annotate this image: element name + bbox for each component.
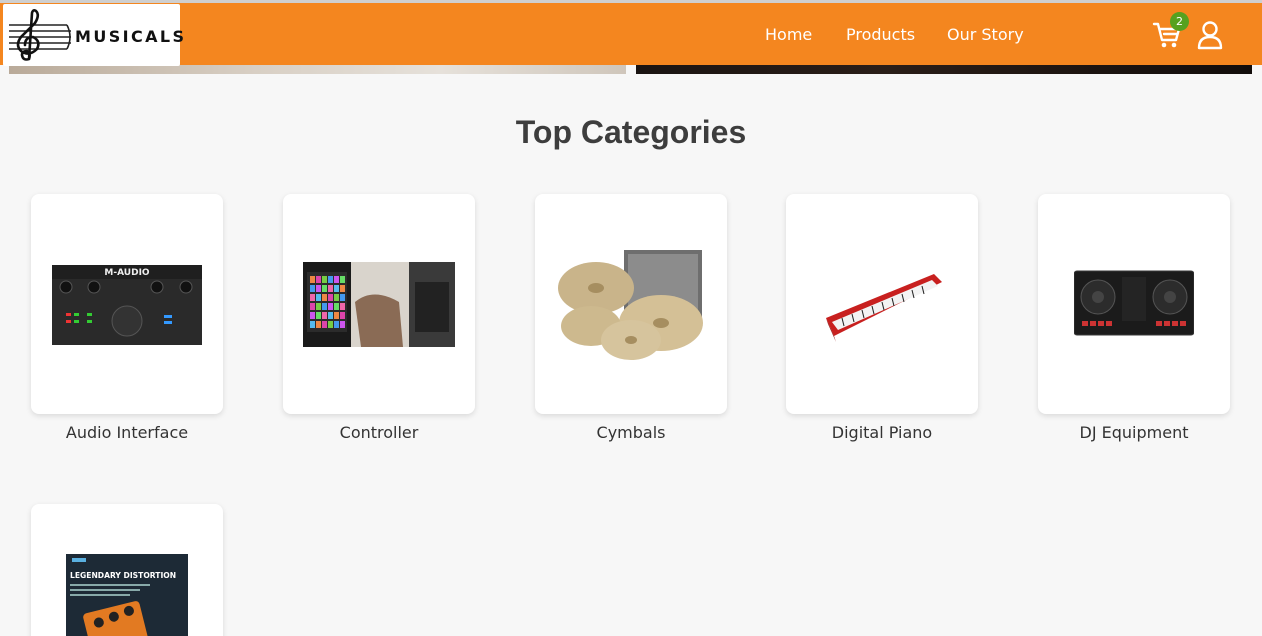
controller-pad — [334, 312, 339, 319]
brand-name: MUSICALS — [75, 27, 187, 46]
user-icon — [1197, 21, 1223, 50]
controller-pad — [340, 312, 345, 319]
section-title: Top Categories — [515, 114, 747, 150]
controller-pad — [310, 276, 315, 283]
controller-pad — [316, 321, 321, 328]
category-card-digital-piano[interactable] — [786, 194, 978, 414]
controller-pad — [328, 285, 333, 292]
category-card-audio-interface[interactable]: M-AUDIO — [31, 194, 223, 414]
controller-pad — [322, 321, 327, 328]
controller-pad — [334, 276, 339, 283]
controller-pad — [310, 285, 315, 292]
digital-piano-image — [826, 274, 942, 342]
distortion-pedal-image: LEGENDARY DISTORTION — [66, 554, 188, 636]
cymbals-image — [558, 250, 703, 360]
controller-image — [303, 262, 455, 347]
category-card-dj-equipment[interactable] — [1038, 194, 1230, 414]
controller-pad — [340, 285, 345, 292]
controller-pad — [322, 285, 327, 292]
category-label[interactable]: DJ Equipment — [1038, 423, 1230, 442]
audio-interface-image: M-AUDIO — [52, 265, 202, 345]
controller-pad — [328, 303, 333, 310]
nav-our-story-link[interactable]: Our Story — [947, 25, 1024, 44]
pedal-headline: LEGENDARY DISTORTION — [70, 571, 176, 580]
dj-equipment-image — [1074, 270, 1194, 336]
controller-pad — [310, 321, 315, 328]
controller-pad — [322, 276, 327, 283]
controller-pad — [334, 294, 339, 301]
controller-pad — [340, 276, 345, 283]
audio-interface-brand: M-AUDIO — [104, 268, 150, 278]
cart-count-badge: 2 — [1170, 12, 1189, 31]
category-card-distortion[interactable]: LEGENDARY DISTORTION — [31, 504, 223, 636]
nav-products-link[interactable]: Products — [846, 25, 915, 44]
site-header: MUSICALS Home Products Our Story 2 — [0, 3, 1262, 66]
controller-pad — [334, 321, 339, 328]
controller-pad — [322, 294, 327, 301]
controller-pad — [316, 312, 321, 319]
controller-pad — [340, 294, 345, 301]
nav-home-link[interactable]: Home — [765, 25, 812, 44]
controller-pad — [322, 312, 327, 319]
controller-pad — [340, 321, 345, 328]
category-card-cymbals[interactable] — [535, 194, 727, 414]
controller-pad — [340, 303, 345, 310]
controller-pad — [310, 294, 315, 301]
controller-pad — [316, 276, 321, 283]
controller-pad — [334, 285, 339, 292]
controller-pad — [322, 303, 327, 310]
controller-pad — [316, 294, 321, 301]
category-card-controller[interactable] — [283, 194, 475, 414]
treble-clef-icon — [9, 9, 71, 61]
controller-pad — [316, 303, 321, 310]
controller-pad — [328, 294, 333, 301]
controller-pad — [310, 312, 315, 319]
controller-pad — [328, 276, 333, 283]
brand-logo[interactable]: MUSICALS — [3, 4, 184, 66]
category-label[interactable]: Digital Piano — [786, 423, 978, 442]
controller-pad — [316, 285, 321, 292]
controller-pad — [328, 321, 333, 328]
account-button[interactable] — [1197, 20, 1223, 50]
controller-pad — [328, 312, 333, 319]
category-label[interactable]: Cymbals — [535, 423, 727, 442]
category-label[interactable]: Controller — [283, 423, 475, 442]
hero-banner-right — [636, 64, 1252, 74]
controller-pad — [310, 303, 315, 310]
controller-pad — [334, 303, 339, 310]
category-label[interactable]: Audio Interface — [31, 423, 223, 442]
